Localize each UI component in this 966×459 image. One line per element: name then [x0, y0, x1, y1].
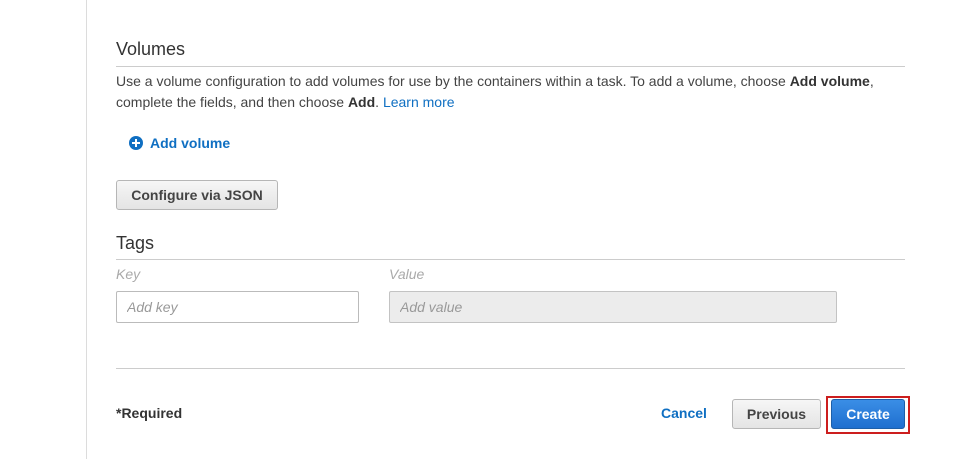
- volumes-heading: Volumes: [116, 39, 186, 59]
- add-volume-label: Add volume: [150, 135, 231, 151]
- volumes-description-bold-1: Add volume: [789, 73, 870, 89]
- value-label: Value: [389, 266, 425, 282]
- volumes-description-text-3: .: [375, 94, 383, 110]
- tags-heading: Tags: [116, 233, 155, 253]
- volumes-description-bold-2: Add: [347, 94, 376, 110]
- configure-via-json-button[interactable]: Configure via JSON: [116, 180, 278, 210]
- footer-divider: [116, 368, 905, 369]
- left-divider: [86, 0, 87, 459]
- add-volume-button[interactable]: Add volume: [129, 135, 230, 151]
- required-note: *Required: [116, 405, 183, 421]
- tag-value-input[interactable]: [389, 291, 837, 323]
- volumes-divider: [116, 66, 905, 67]
- tags-divider: [116, 259, 905, 260]
- previous-button[interactable]: Previous: [732, 399, 821, 429]
- tag-key-input[interactable]: [116, 291, 359, 323]
- cancel-button[interactable]: Cancel: [661, 405, 707, 421]
- volumes-description-text-1: Use a volume configuration to add volume…: [116, 73, 790, 89]
- create-button[interactable]: Create: [831, 399, 905, 429]
- volumes-description: Use a volume configuration to add volume…: [116, 71, 896, 113]
- plus-circle-icon: [129, 136, 143, 150]
- learn-more-link[interactable]: Learn more: [383, 94, 455, 110]
- key-label: Key: [116, 266, 141, 282]
